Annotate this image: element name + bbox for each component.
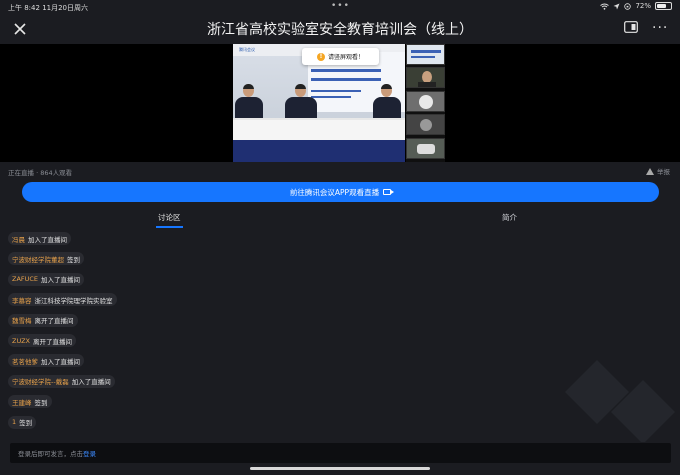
chat-text: 加入了直播间 xyxy=(28,235,67,244)
tab-bar: 讨论区 简介 xyxy=(0,210,680,228)
chat-username[interactable]: 茗茗他爹 xyxy=(12,356,38,366)
participant-thumb xyxy=(406,67,445,88)
chat-username[interactable]: 冯晨 xyxy=(12,234,25,244)
multitask-dots[interactable]: ••• xyxy=(331,1,350,11)
chat-text: 签到 xyxy=(67,255,80,264)
chat-text: 离开了直播间 xyxy=(33,337,73,346)
header: 浙江省高校实验室安全教育培训会（线上） ··· xyxy=(0,14,680,44)
chat-message: 茗茗他爹 加入了直播间 xyxy=(8,354,84,368)
chat-username[interactable]: ZUZX xyxy=(12,337,30,345)
report-button[interactable]: 举报 xyxy=(646,166,670,176)
chat-username[interactable]: 魏雪梅 xyxy=(12,315,32,325)
warning-icon xyxy=(646,167,654,175)
chat-message: 宁波财经学院董超 签到 xyxy=(8,252,84,266)
chat-text: 签到 xyxy=(19,419,33,428)
chat-text: 加入了直播间 xyxy=(41,357,80,366)
battery-icon xyxy=(655,2,672,10)
participant-thumb xyxy=(406,91,445,112)
toast-text: 请竖屏观看！ xyxy=(327,54,364,61)
battery-percent: 72% xyxy=(635,2,651,10)
live-video-player[interactable]: 腾讯会议 ! 请竖屏观看！ xyxy=(0,44,680,162)
chat-text: 加入了直播间 xyxy=(71,378,111,387)
chat-message: 李慕容 浙江科技学院理学院实验室 xyxy=(8,293,117,307)
comment-input[interactable]: 登录后即可发言，点击 登录 xyxy=(10,443,671,463)
more-options-icon[interactable]: ··· xyxy=(652,20,668,36)
wifi-icon xyxy=(600,3,610,10)
orientation-lock-icon xyxy=(624,2,632,10)
status-bar: 上午 8:42 11月20日周六 ••• 72% xyxy=(0,0,680,14)
report-label: 举报 xyxy=(657,168,670,176)
warning-icon: ! xyxy=(316,52,325,61)
open-app-label: 前往腾讯会议APP观看直播 xyxy=(289,187,380,197)
page-title: 浙江省高校实验室安全教育培训会（线上） xyxy=(207,22,473,38)
participant-thumb xyxy=(406,44,445,65)
status-indicators: 72% xyxy=(600,2,672,10)
chat-message: 王建峰 签到 xyxy=(8,395,52,409)
chat-username[interactable]: 李慕容 xyxy=(12,295,32,305)
chat-text: 签到 xyxy=(34,398,48,407)
status-time: 上午 8:42 11月20日周六 xyxy=(8,4,89,12)
chat-text: 浙江科技学院理学院实验室 xyxy=(34,296,113,305)
chat-message: 1 签到 xyxy=(8,415,37,429)
picture-in-picture-icon[interactable] xyxy=(624,21,638,33)
login-link[interactable]: 登录 xyxy=(83,448,96,458)
location-icon xyxy=(613,3,620,9)
chat-message: 冯晨 加入了直播间 xyxy=(8,232,71,245)
camera-icon xyxy=(383,189,395,195)
chat-message: ZAFUCE 加入了直播间 xyxy=(8,272,85,286)
participant-thumb xyxy=(406,114,445,135)
tab-intro[interactable]: 简介 xyxy=(502,212,517,223)
comment-placeholder: 登录后即可发言，点击 xyxy=(18,450,83,458)
tab-discussion[interactable]: 讨论区 xyxy=(156,212,182,228)
live-viewer-count: 正在直播 · 864人观看 xyxy=(8,169,73,177)
chat-username[interactable]: 王建峰 xyxy=(12,397,32,407)
chat-username[interactable]: ZAFUCE xyxy=(12,275,38,283)
chat-message: 魏雪梅 离开了直播间 xyxy=(8,313,78,327)
home-indicator[interactable] xyxy=(250,467,430,470)
chat-username[interactable]: 宁波财经学院董超 xyxy=(12,254,64,264)
slide-logo: 腾讯会议 xyxy=(239,47,255,52)
chat-message: ZUZX 离开了直播间 xyxy=(8,334,77,347)
open-app-button[interactable]: 前往腾讯会议APP观看直播 xyxy=(22,182,659,202)
chat-text: 离开了直播间 xyxy=(34,317,74,326)
rotate-toast: ! 请竖屏观看！ xyxy=(302,48,379,65)
chat-message: 宁波财经学院--戴磊 加入了直播间 xyxy=(8,374,115,388)
chat-username[interactable]: 宁波财经学院--戴磊 xyxy=(12,376,69,386)
participant-thumbnails xyxy=(406,44,445,162)
chat-text: 加入了直播间 xyxy=(41,276,81,285)
tencent-meeting-watermark-icon xyxy=(565,360,675,442)
chat-username[interactable]: 1 xyxy=(12,418,16,426)
participant-thumb xyxy=(406,138,445,159)
